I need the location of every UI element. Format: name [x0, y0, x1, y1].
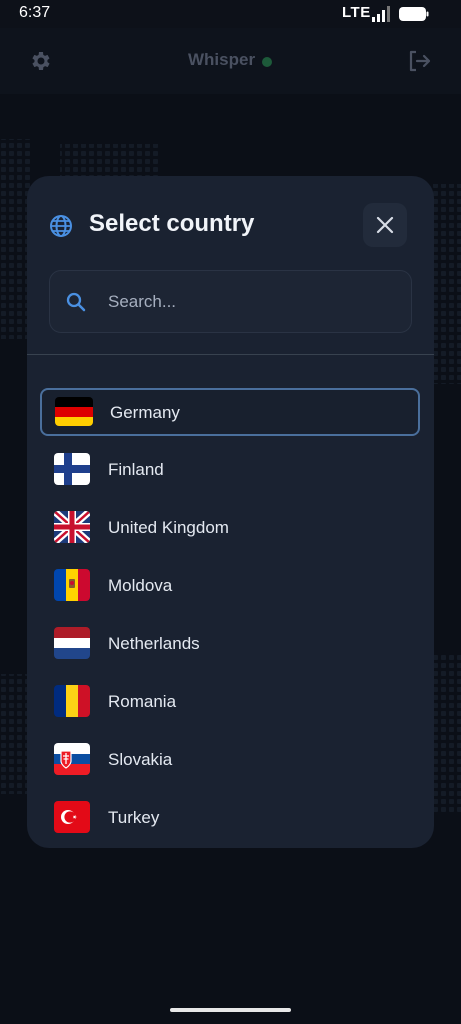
- app-title: Whisper: [188, 50, 256, 69]
- app-header: Whisper: [0, 28, 461, 94]
- search-box[interactable]: [49, 270, 412, 333]
- dialog-title: Select country: [89, 210, 255, 237]
- divider: [27, 354, 434, 355]
- home-indicator[interactable]: [170, 1008, 291, 1012]
- status-time: 6:37: [19, 4, 51, 21]
- close-icon: [376, 216, 394, 234]
- country-name: Netherlands: [108, 634, 200, 653]
- network-type: LTE: [342, 4, 371, 21]
- country-item-romania[interactable]: Romania: [40, 678, 420, 726]
- uk-flag-icon: [54, 511, 90, 543]
- logout-icon[interactable]: [406, 48, 432, 74]
- gear-icon[interactable]: [28, 49, 52, 73]
- slovakia-flag-icon: [54, 743, 90, 775]
- connection-status-dot: [262, 57, 272, 67]
- country-item-united-kingdom[interactable]: United Kingdom: [40, 504, 420, 552]
- status-bar: 6:37 LTE: [0, 0, 461, 28]
- turkey-flag-icon: [54, 801, 90, 833]
- close-button[interactable]: [363, 203, 407, 247]
- moldova-flag-icon: [54, 569, 90, 601]
- country-name: United Kingdom: [108, 518, 229, 537]
- search-input[interactable]: [106, 288, 390, 316]
- country-name: Germany: [110, 403, 180, 422]
- netherlands-flag-icon: [54, 627, 90, 659]
- select-country-dialog: Select country Germany: [27, 176, 434, 848]
- signal-icon: [372, 6, 390, 22]
- country-name: Moldova: [108, 576, 173, 595]
- battery-icon: [399, 7, 429, 21]
- globe-icon: [50, 215, 72, 237]
- country-item-slovakia[interactable]: Slovakia: [40, 736, 420, 784]
- country-item-germany[interactable]: Germany: [40, 388, 420, 436]
- country-item-netherlands[interactable]: Netherlands: [40, 620, 420, 668]
- country-name: Finland: [108, 460, 164, 479]
- country-item-finland[interactable]: Finland: [40, 446, 420, 494]
- country-name: Romania: [108, 692, 177, 711]
- finland-flag-icon: [54, 453, 90, 485]
- germany-flag-icon: [55, 397, 93, 426]
- country-name: Slovakia: [108, 750, 173, 769]
- country-item-moldova[interactable]: Moldova: [40, 562, 420, 610]
- romania-flag-icon: [54, 685, 90, 717]
- country-name: Turkey: [108, 808, 160, 827]
- country-item-turkey[interactable]: Turkey: [40, 794, 420, 842]
- search-icon: [66, 292, 86, 312]
